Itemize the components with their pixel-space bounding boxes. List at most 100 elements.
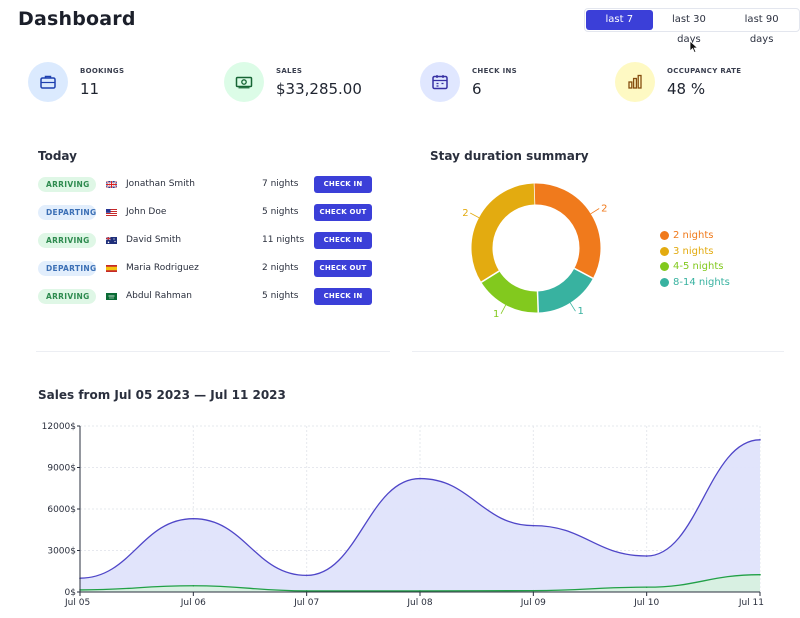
- x-tick-label: Jul 07: [293, 598, 319, 608]
- data-point: [192, 517, 195, 520]
- kpi-sales: SALES $33,285.00: [224, 62, 362, 102]
- x-tick-label: Jul 10: [633, 598, 659, 608]
- bar-chart-icon: [615, 62, 655, 102]
- stay-duration-legend: 2 nights 3 nights 4-5 nights 8-14 nights: [660, 228, 730, 290]
- guest-name: David Smith: [126, 235, 182, 245]
- donut-leader-line: [500, 304, 507, 314]
- check-in-button[interactable]: CHECK IN: [314, 231, 372, 249]
- list-item: ARRIVING Jonathan Smith 7 nights CHECK I…: [38, 170, 378, 198]
- section-divider: [36, 351, 390, 352]
- kpi-value: 6: [472, 79, 482, 98]
- kpi-value: $33,285.00: [276, 79, 362, 98]
- kpi-label: OCCUPANCY RATE: [667, 66, 742, 75]
- guest-name: Jonathan Smith: [126, 179, 195, 189]
- range-last-30-days[interactable]: last 30 days: [653, 10, 726, 45]
- donut-slice: [533, 183, 601, 279]
- y-tick-label: 6000$: [47, 505, 76, 515]
- legend-label: 8-14 nights: [673, 276, 730, 288]
- range-last-7-days[interactable]: last 7 days: [586, 10, 653, 45]
- check-out-button[interactable]: CHECK OUT: [314, 259, 372, 277]
- us-flag-icon: [106, 208, 117, 216]
- data-point: [419, 477, 421, 480]
- list-item: DEPARTING Maria Rodriguez 2 nights CHECK…: [38, 254, 378, 282]
- saudi-flag-icon: [106, 292, 117, 300]
- today-list: ARRIVING Jonathan Smith 7 nights CHECK I…: [38, 170, 378, 310]
- list-item: ARRIVING David Smith 11 nights CHECK IN: [38, 226, 378, 254]
- stay-nights: 7 nights: [262, 179, 299, 189]
- kpi-label: SALES: [276, 66, 303, 75]
- data-point: [532, 524, 535, 527]
- stay-nights: 5 nights: [262, 207, 299, 217]
- stay-summary-title: Stay duration summary: [430, 149, 589, 163]
- y-tick-label: 0$: [65, 588, 76, 598]
- banknote-icon: [224, 62, 264, 102]
- donut-leader-line: [569, 302, 576, 312]
- donut-value-label: 1: [577, 306, 583, 317]
- briefcase-icon: [28, 62, 68, 102]
- donut-slice: [471, 183, 535, 283]
- x-tick-label: Jul 11: [738, 598, 764, 608]
- stay-nights: 11 nights: [262, 235, 305, 245]
- legend-item: 2 nights: [660, 228, 730, 244]
- x-tick-label: Jul 05: [64, 598, 90, 608]
- page-title: Dashboard: [18, 8, 136, 30]
- sales-chart-title: Sales from Jul 05 2023 — Jul 11 2023: [38, 388, 286, 402]
- check-in-button[interactable]: CHECK IN: [314, 287, 372, 305]
- guest-name: Maria Rodriguez: [126, 263, 199, 273]
- donut-leader-line: [470, 212, 480, 219]
- data-point: [532, 589, 535, 592]
- kpi-value: 48 %: [667, 79, 706, 98]
- data-point: [759, 573, 761, 576]
- date-range-selector: last 7 days last 30 days last 90 days: [584, 8, 800, 45]
- legend-dot: [660, 231, 669, 241]
- legend-dot: [660, 246, 669, 256]
- legend-label: 2 nights: [673, 230, 714, 242]
- stay-duration-donut-chart: 2 1 1 2: [462, 183, 608, 320]
- donut-separator: [536, 291, 540, 313]
- y-tick-label: 12000$: [42, 422, 76, 432]
- status-badge: ARRIVING: [38, 232, 96, 248]
- australia-flag-icon: [106, 236, 117, 244]
- donut-value-label: 2: [462, 208, 468, 219]
- legend-dot: [660, 262, 669, 272]
- check-in-button[interactable]: CHECK IN: [314, 175, 372, 193]
- guest-name: Abdul Rahman: [126, 291, 192, 301]
- legend-item: 8-14 nights: [660, 275, 730, 291]
- guest-name: John Doe: [126, 207, 167, 217]
- stay-nights: 2 nights: [262, 263, 299, 273]
- status-badge: DEPARTING: [38, 204, 96, 220]
- uk-flag-icon: [106, 180, 117, 188]
- data-point: [645, 586, 648, 588]
- legend-label: 4-5 nights: [673, 261, 724, 273]
- legend-item: 4-5 nights: [660, 259, 730, 275]
- stay-nights: 5 nights: [262, 291, 299, 301]
- kpi-value: 11: [80, 79, 100, 98]
- kpi-label: BOOKINGS: [80, 66, 125, 75]
- status-badge: ARRIVING: [38, 176, 96, 192]
- range-last-90-days[interactable]: last 90 days: [725, 10, 798, 45]
- sales-area-chart: 0$ 3000$ 6000$ 9000$ 12000$ Jul 05 Jul 06 Jul 0…: [42, 422, 764, 608]
- kpi-check-ins: CHECK INS 6: [420, 62, 517, 102]
- data-point: [305, 574, 308, 577]
- x-tick-label: Jul 06: [180, 598, 206, 608]
- x-tick-label: Jul 09: [520, 598, 546, 608]
- x-tick-label: Jul 08: [406, 598, 432, 608]
- donut-leader-line: [590, 208, 600, 215]
- data-point: [419, 590, 421, 592]
- donut-slice: [481, 270, 539, 313]
- status-badge: DEPARTING: [38, 260, 96, 276]
- check-out-button[interactable]: CHECK OUT: [314, 203, 372, 221]
- mouse-cursor-icon: [689, 40, 699, 54]
- donut-slice: [537, 267, 593, 313]
- data-point: [759, 439, 761, 441]
- y-tick-label: 3000$: [47, 547, 76, 557]
- donut-value-label: 2: [601, 204, 607, 215]
- kpi-bookings: BOOKINGS 11: [28, 62, 124, 102]
- kpi-label: CHECK INS: [472, 66, 517, 75]
- today-title: Today: [38, 149, 77, 163]
- status-badge: ARRIVING: [38, 288, 96, 304]
- spain-flag-icon: [106, 264, 117, 272]
- list-item: ARRIVING Abdul Rahman 5 nights CHECK IN: [38, 282, 378, 310]
- data-point: [305, 590, 308, 592]
- y-tick-label: 9000$: [47, 464, 76, 474]
